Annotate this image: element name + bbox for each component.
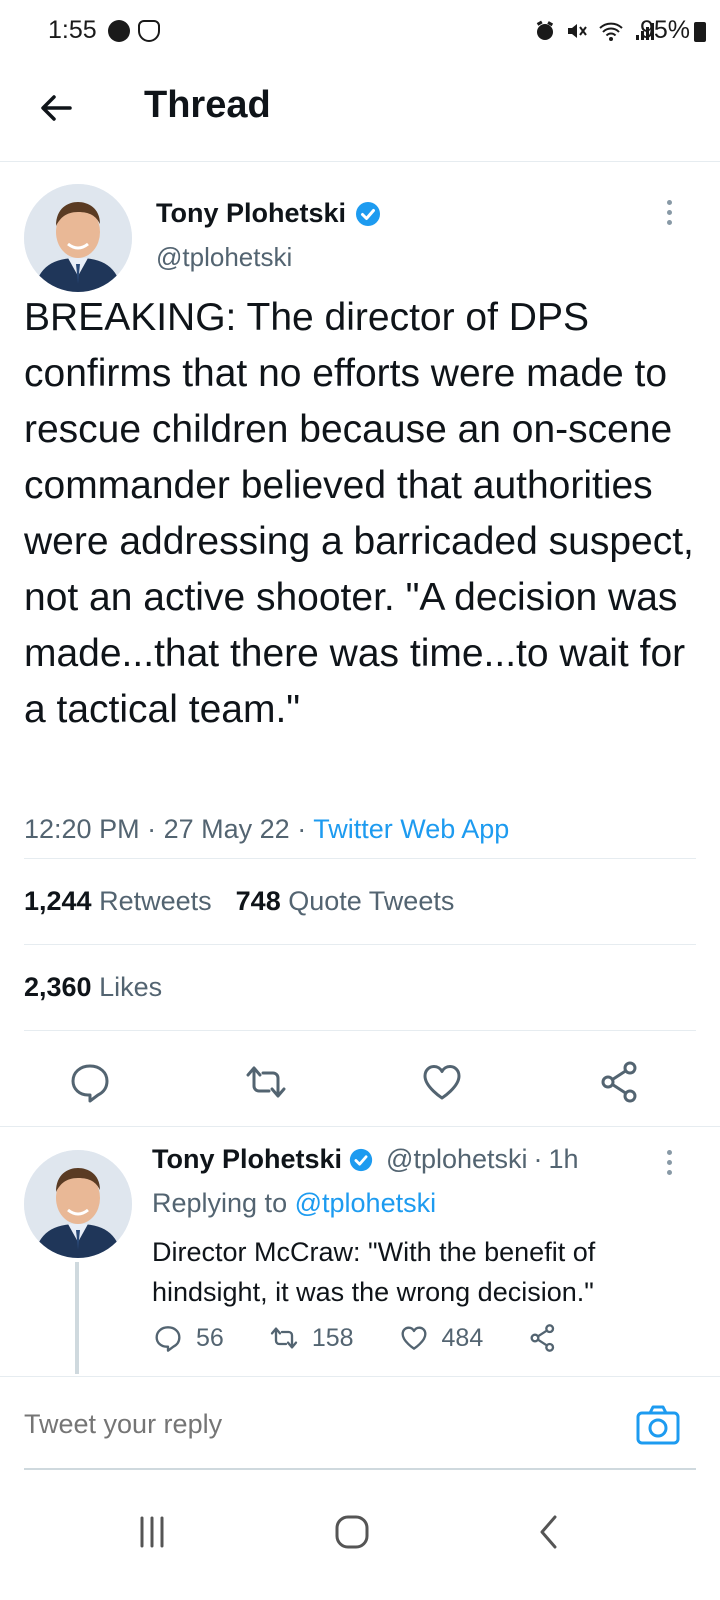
tweet-meta: 12:20 PM · 27 May 22 · Twitter Web App: [24, 814, 510, 844]
mute-icon: [568, 24, 587, 38]
avatar[interactable]: [24, 184, 132, 292]
likes-link[interactable]: 2,360 Likes: [24, 972, 162, 1003]
retweet-stats: 1,244 Retweets 748 Quote Tweets: [24, 886, 454, 917]
page-title: Thread: [144, 84, 271, 126]
arrow-left-icon[interactable]: [34, 86, 78, 130]
retweets-link[interactable]: 1,244 Retweets: [24, 886, 212, 917]
like-icon[interactable]: [418, 1058, 466, 1106]
system-nav-bar: [0, 1470, 720, 1600]
reply-composer: [0, 1376, 720, 1468]
reply-text: Director McCraw: "With the benefit of hi…: [152, 1237, 596, 1307]
thread-header: Thread: [0, 64, 720, 162]
reply-icon[interactable]: [66, 1058, 114, 1106]
reply-count: 56: [196, 1323, 224, 1352]
divider: [24, 1030, 696, 1031]
verified-badge-icon: [356, 201, 381, 226]
reply-author-handle[interactable]: @tplohetski: [386, 1144, 527, 1175]
verified-badge-icon: [349, 1148, 373, 1171]
retweet-icon: [270, 1327, 297, 1349]
reply-author-name[interactable]: Tony Plohetski: [152, 1144, 342, 1175]
reply-actions: 56 158 484: [152, 1322, 603, 1354]
retweet-count: 158: [311, 1323, 354, 1352]
status-bar: 1:55 95%: [0, 0, 720, 64]
share-icon: [530, 1324, 555, 1352]
alarm-icon: [536, 20, 554, 40]
more-options-icon[interactable]: [664, 1150, 674, 1180]
camera-icon[interactable]: [636, 1405, 680, 1445]
share-icon[interactable]: [596, 1058, 644, 1106]
avatar-image: [24, 1150, 132, 1258]
back-nav-icon[interactable]: [520, 1502, 580, 1562]
retweet-icon[interactable]: [242, 1058, 290, 1106]
tweet-text: BREAKING: The director of DPS confirms t…: [24, 296, 694, 731]
tweet-date: 27 May 22: [163, 814, 290, 844]
shield-icon: [138, 20, 160, 42]
reply-like-button[interactable]: 484: [398, 1322, 484, 1354]
likes-stats: 2,360 Likes: [24, 972, 162, 1003]
replying-to-handle[interactable]: @tplohetski: [295, 1188, 436, 1218]
quote-tweets-link[interactable]: 748 Quote Tweets: [236, 886, 455, 917]
divider: [24, 944, 696, 945]
author-handle[interactable]: @tplohetski: [156, 242, 292, 273]
replying-to: Replying to @tplohetski: [152, 1188, 437, 1218]
reply-retweet-button[interactable]: 158: [268, 1322, 354, 1354]
recent-apps-icon[interactable]: [122, 1502, 182, 1562]
status-time: 1:55: [48, 16, 97, 44]
reply-reply-button[interactable]: 56: [152, 1322, 224, 1354]
battery-percent: 95%: [639, 16, 690, 44]
home-icon[interactable]: [322, 1502, 382, 1562]
reply-icon: [155, 1326, 181, 1352]
tweet-time: 12:20 PM: [24, 814, 140, 844]
reply-age: 1h: [548, 1144, 579, 1174]
thread-connector-line: [75, 1262, 79, 1374]
tweet-actions: [0, 1058, 720, 1114]
like-count: 484: [441, 1323, 484, 1352]
like-icon: [401, 1326, 427, 1350]
avatar-image: [24, 184, 132, 292]
tweet-source-link[interactable]: Twitter Web App: [313, 814, 509, 844]
battery-icon: [694, 22, 706, 42]
reply-header: Tony Plohetski @tplohetski · 1h: [152, 1144, 579, 1175]
messenger-icon: [108, 20, 130, 42]
section-divider: [0, 1126, 720, 1127]
wifi-icon: [599, 22, 623, 41]
reply-share-button[interactable]: [527, 1322, 559, 1354]
more-options-icon[interactable]: [664, 200, 674, 230]
author-name[interactable]: Tony Plohetski: [156, 198, 382, 229]
reply-input[interactable]: [24, 1409, 584, 1440]
avatar[interactable]: [24, 1150, 132, 1258]
divider: [24, 858, 696, 859]
